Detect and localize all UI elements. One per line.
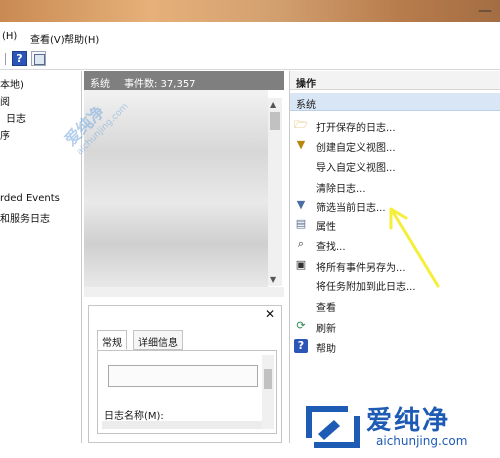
detail-scroll-thumb[interactable] xyxy=(264,369,272,389)
action-create-custom-view[interactable]: ▼ 创建自定义视图... xyxy=(290,135,500,155)
action-save-all-events[interactable]: ▣ 将所有事件另存为... xyxy=(290,255,500,275)
scroll-down-icon[interactable]: ▼ xyxy=(270,275,276,284)
action-help[interactable]: ? 帮助 xyxy=(290,336,500,356)
tree-item-app-service-logs[interactable]: 和服务日志 xyxy=(0,210,50,225)
detail-horizontal-scrollbar[interactable] xyxy=(102,421,262,429)
scroll-up-icon[interactable]: ▲ xyxy=(270,100,276,109)
action-label: 将所有事件另存为... xyxy=(316,263,406,274)
tab-details[interactable]: 详细信息 xyxy=(133,330,183,350)
scroll-thumb[interactable] xyxy=(270,112,280,130)
action-label: 帮助 xyxy=(316,344,336,355)
tree-item-logs[interactable]: 日志 xyxy=(6,110,26,125)
action-import-custom-view[interactable]: 导入自定义视图... xyxy=(290,155,500,175)
actions-title: 操作 xyxy=(296,79,316,90)
events-count: 事件数: 37,357 xyxy=(124,79,196,90)
title-bar: — xyxy=(0,0,500,22)
detail-content: 日志名称(M): xyxy=(97,350,277,434)
action-find[interactable]: ⌕ 查找... xyxy=(290,234,500,254)
save-icon: ▣ xyxy=(295,258,307,271)
toolbar-separator xyxy=(5,53,6,65)
menu-item-help[interactable]: 帮助(H) xyxy=(64,31,99,46)
filter-icon: ▼ xyxy=(296,138,306,151)
action-label: 创建自定义视图... xyxy=(316,143,396,154)
actions-section-system[interactable]: 系统 xyxy=(290,93,500,111)
refresh-icon: ⟳ xyxy=(296,319,306,332)
events-header: 系统 事件数: 37,357 xyxy=(84,71,284,90)
action-open-saved-log[interactable]: 🗁 打开保存的日志... xyxy=(290,115,500,135)
logo-brand-text: 爱纯净 xyxy=(366,406,451,436)
action-label: 将任务附加到此日志... xyxy=(316,282,416,293)
events-vertical-scrollbar[interactable]: ▲ ▼ xyxy=(268,98,282,286)
actions-panel: 操作 系统 🗁 打开保存的日志... ▼ 创建自定义视图... 导入自定义视图.… xyxy=(289,71,500,443)
action-label: 属性 xyxy=(316,222,336,233)
action-clear-log[interactable]: 清除日志... xyxy=(290,176,500,196)
action-label: 刷新 xyxy=(316,324,336,335)
tree-item-local[interactable]: 本地) xyxy=(0,76,24,91)
tab-general[interactable]: 常规 xyxy=(97,330,127,350)
action-label: 筛选当前日志... xyxy=(316,203,386,214)
action-label: 清除日志... xyxy=(316,184,366,195)
properties-icon: ▤ xyxy=(295,217,307,230)
events-horizontal-scrollbar[interactable] xyxy=(84,287,284,297)
action-properties[interactable]: ▤ 属性 xyxy=(290,214,500,234)
tree-item-program[interactable]: 序 xyxy=(0,127,10,142)
actions-section-label: 系统 xyxy=(296,100,316,111)
action-label: 查找... xyxy=(316,242,346,253)
menu-item-file[interactable]: (H) xyxy=(2,31,17,42)
tree-item-view[interactable]: 阅 xyxy=(0,93,10,108)
detail-vertical-scrollbar[interactable] xyxy=(262,355,274,429)
actions-header: 操作 xyxy=(290,71,500,90)
action-label: 导入自定义视图... xyxy=(316,163,396,174)
action-label: 打开保存的日志... xyxy=(316,123,396,134)
event-description-field[interactable] xyxy=(108,365,258,387)
menu-item-view[interactable]: 查看(V) xyxy=(30,31,65,46)
filter-icon: ▼ xyxy=(296,198,306,211)
minimize-button[interactable]: — xyxy=(478,3,492,19)
menu-bar: (H) 查看(V) 帮助(H) xyxy=(0,28,500,46)
toolbar: ? xyxy=(0,48,500,70)
event-detail-pane: ✕ 常规 详细信息 日志名称(M): xyxy=(88,305,282,443)
close-icon[interactable]: ✕ xyxy=(265,307,275,321)
folder-open-icon: 🗁 xyxy=(294,118,308,131)
brand-logo: 爱纯净 aichunjing.com xyxy=(300,398,495,454)
action-label: 查看 xyxy=(316,303,336,314)
tree-item-forwarded-events[interactable]: rded Events xyxy=(0,193,60,204)
action-filter-current-log[interactable]: ▼ 筛选当前日志... xyxy=(290,195,500,215)
logo-url-text: aichunjing.com xyxy=(376,434,468,448)
help-icon[interactable]: ? xyxy=(12,51,27,66)
action-refresh[interactable]: ⟳ 刷新 xyxy=(290,316,500,336)
action-attach-task[interactable]: 将任务附加到此日志... xyxy=(290,274,500,294)
find-icon: ⌕ xyxy=(297,237,305,250)
action-view[interactable]: 查看 xyxy=(290,295,500,315)
view-icon[interactable] xyxy=(31,51,46,66)
help-icon: ? xyxy=(294,339,308,353)
log-name-label: 日志名称(M): xyxy=(104,411,164,422)
logo-mark-icon xyxy=(306,406,360,448)
